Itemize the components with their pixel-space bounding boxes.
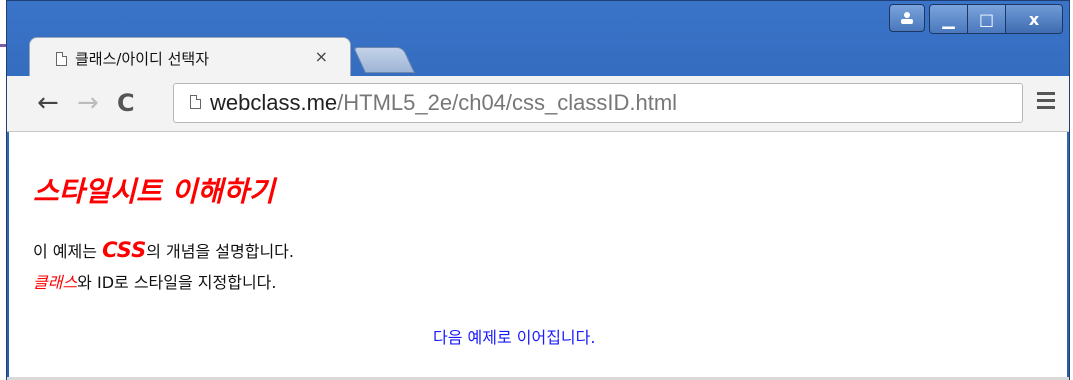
new-tab-button[interactable]: [352, 47, 416, 73]
page-icon: [56, 51, 67, 66]
url-text: webclass.me/HTML5_2e/ch04/css_classID.ht…: [210, 90, 677, 116]
description-line-1: 이 예제는 CSS의 개념을 설명합니다.: [33, 238, 294, 262]
line1-text-before: 이 예제는: [33, 242, 103, 261]
tab-title: 클래스/아이디 선택자: [75, 50, 210, 68]
css-emphasis: CSS: [102, 238, 147, 262]
close-window-button[interactable]: x: [1006, 5, 1062, 33]
page-content: 스타일시트 이해하기 이 예제는 CSS의 개념을 설명합니다. 클래스와 ID…: [9, 132, 1067, 378]
line2-text-after: 와 ID로 스타일을 지정합니다.: [77, 273, 277, 292]
forward-arrow-icon[interactable]: →: [77, 88, 99, 118]
line1-text-after: 의 개념을 설명합니다.: [146, 242, 294, 261]
tab-strip: 클래스/아이디 선택자 ×: [29, 37, 629, 77]
url-path: /HTML5_2e/ch04/css_classID.html: [337, 90, 678, 115]
page-info-icon[interactable]: [190, 95, 201, 109]
close-icon: x: [1028, 9, 1040, 29]
hamburger-menu-icon[interactable]: [1037, 92, 1055, 113]
back-arrow-icon[interactable]: ←: [37, 88, 59, 118]
next-example-text[interactable]: 다음 예제로 이어집니다.: [433, 324, 595, 348]
class-emphasis: 클래스: [33, 273, 78, 292]
tab-active[interactable]: 클래스/아이디 선택자 ×: [29, 37, 351, 77]
window-controls: ▁ □ x: [889, 4, 1063, 34]
maximize-button[interactable]: □: [968, 5, 1006, 33]
tab-close-icon[interactable]: ×: [315, 47, 328, 66]
reload-icon[interactable]: C: [117, 88, 135, 118]
address-bar[interactable]: webclass.me/HTML5_2e/ch04/css_classID.ht…: [173, 83, 1023, 123]
maximize-icon: □: [978, 9, 995, 29]
minimize-button[interactable]: ▁: [930, 5, 968, 33]
description-line-2: 클래스와 ID로 스타일을 지정합니다.: [33, 269, 276, 293]
user-profile-icon[interactable]: [889, 4, 925, 32]
browser-toolbar: ← → C webclass.me/HTML5_2e/ch04/css_clas…: [7, 76, 1069, 132]
minimize-icon: ▁: [942, 9, 955, 29]
page-heading: 스타일시트 이해하기: [33, 175, 275, 208]
url-host: webclass.me: [210, 90, 338, 115]
